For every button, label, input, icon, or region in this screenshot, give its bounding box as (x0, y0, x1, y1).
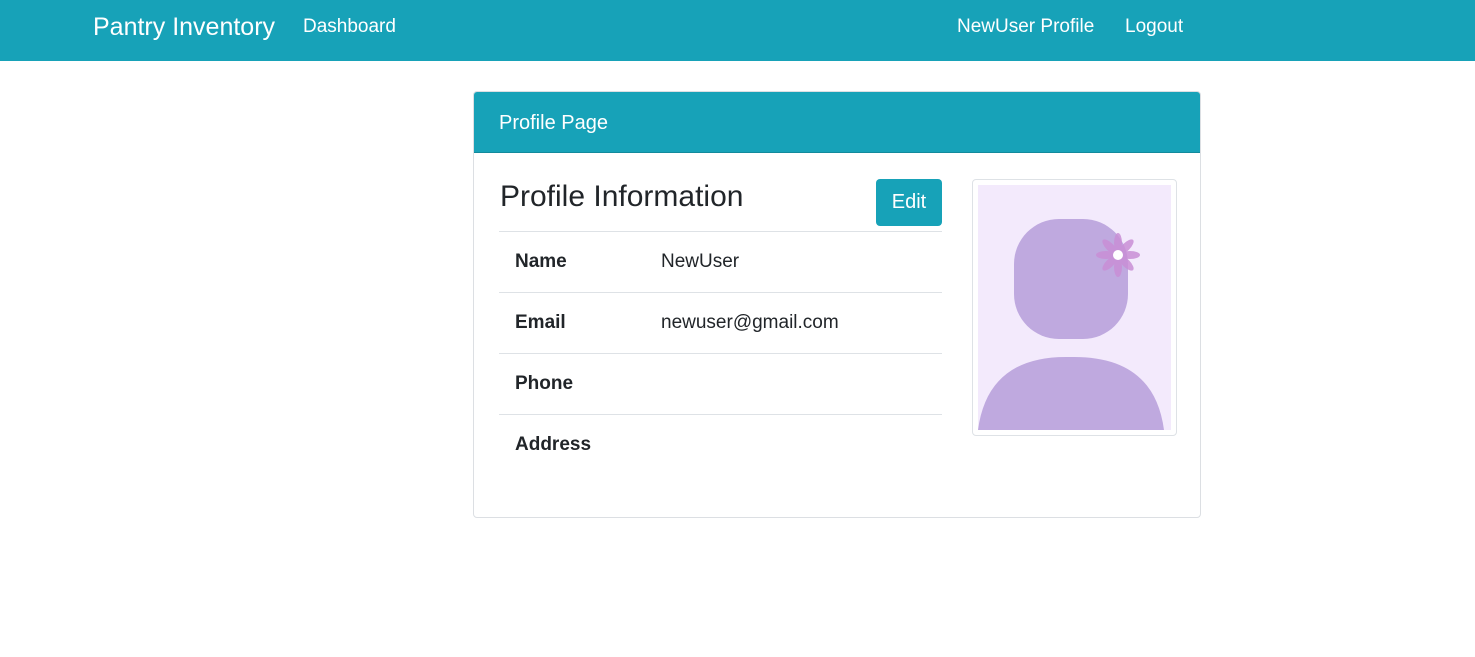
address-label: Address (499, 414, 645, 476)
card-header-title: Profile Page (499, 112, 608, 134)
phone-label: Phone (499, 353, 645, 415)
address-value (645, 414, 942, 476)
name-value: NewUser (645, 231, 942, 293)
card-header: Profile Page (474, 92, 1200, 153)
table-row: Phone (499, 353, 942, 415)
profile-card: Profile Page Profile Information Edit Na… (473, 91, 1201, 518)
brand-link[interactable]: Pantry Inventory (93, 12, 275, 42)
avatar (972, 179, 1177, 436)
email-label: Email (499, 292, 645, 354)
profile-info-table: Name NewUser Email newuser@gmail.com Pho… (499, 231, 942, 476)
default-avatar-icon (978, 185, 1171, 430)
table-row: Email newuser@gmail.com (499, 292, 942, 354)
table-row: Address (499, 414, 942, 476)
name-label: Name (499, 231, 645, 293)
edit-button[interactable]: Edit (876, 179, 942, 226)
phone-value (645, 353, 942, 415)
nav-link-dashboard[interactable]: Dashboard (303, 15, 396, 39)
top-navbar: Pantry Inventory Dashboard NewUser Profi… (0, 0, 1475, 61)
nav-link-logout[interactable]: Logout (1125, 15, 1183, 39)
email-value: newuser@gmail.com (645, 292, 942, 354)
section-title: Profile Information (500, 180, 744, 213)
nav-link-profile[interactable]: NewUser Profile (957, 15, 1094, 39)
table-row: Name NewUser (499, 231, 942, 293)
